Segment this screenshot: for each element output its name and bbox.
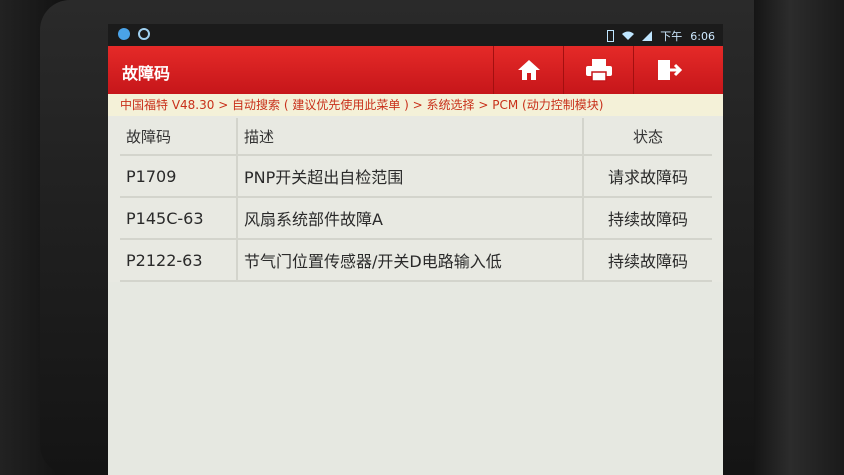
dtc-description: 风扇系统部件故障A: [238, 198, 584, 238]
dtc-code: P145C-63: [120, 198, 238, 238]
signal-icon: [642, 31, 653, 41]
page-title: 故障码: [122, 64, 171, 83]
status-clock: 6:06: [690, 29, 715, 43]
print-icon: [586, 59, 612, 82]
table-row[interactable]: P2122-63 节气门位置传感器/开关D电路输入低 持续故障码: [120, 240, 712, 282]
notification-icon: [118, 28, 130, 40]
exit-button[interactable]: [633, 46, 704, 94]
dtc-description: PNP开关超出自检范围: [238, 156, 584, 196]
home-icon: [518, 60, 540, 80]
exit-icon: [658, 60, 682, 80]
dtc-status: 请求故障码: [607, 168, 688, 187]
table-row[interactable]: P1709 PNP开关超出自检范围 请求故障码: [120, 156, 712, 198]
print-button[interactable]: [563, 46, 634, 94]
battery-icon: [607, 30, 615, 42]
status-ampm: 下午: [660, 30, 683, 43]
sync-icon: [138, 28, 150, 40]
table-row[interactable]: P145C-63 风扇系统部件故障A 持续故障码: [120, 198, 712, 240]
header-desc: 描述: [238, 118, 584, 154]
home-button[interactable]: [493, 46, 564, 94]
dtc-code: P2122-63: [120, 240, 238, 280]
title-bar: 故障码: [108, 46, 723, 94]
status-bar: 下午 6:06: [108, 24, 723, 46]
dtc-description: 节气门位置传感器/开关D电路输入低: [238, 240, 584, 280]
dtc-code: P1709: [120, 156, 238, 196]
empty-list-area: [108, 282, 723, 475]
table-header: 故障码 描述 状态: [120, 118, 712, 156]
breadcrumb: 中国福特 V48.30 > 自动搜索 ( 建议优先使用此菜单 ) > 系统选择 …: [108, 94, 723, 116]
header-code: 故障码: [120, 118, 238, 154]
device-screen: 下午 6:06 故障码 中国福特 V48.30 > 自动搜索 ( 建议优先使用此…: [108, 24, 723, 475]
wifi-icon: [622, 31, 635, 40]
dtc-status: 持续故障码: [607, 210, 688, 229]
dtc-status: 持续故障码: [607, 252, 688, 271]
device-bezel-right: [754, 0, 844, 475]
dtc-table: 故障码 描述 状态 P1709 PNP开关超出自检范围 请求故障码 P145C-…: [120, 118, 712, 282]
header-status: 状态: [632, 127, 663, 146]
